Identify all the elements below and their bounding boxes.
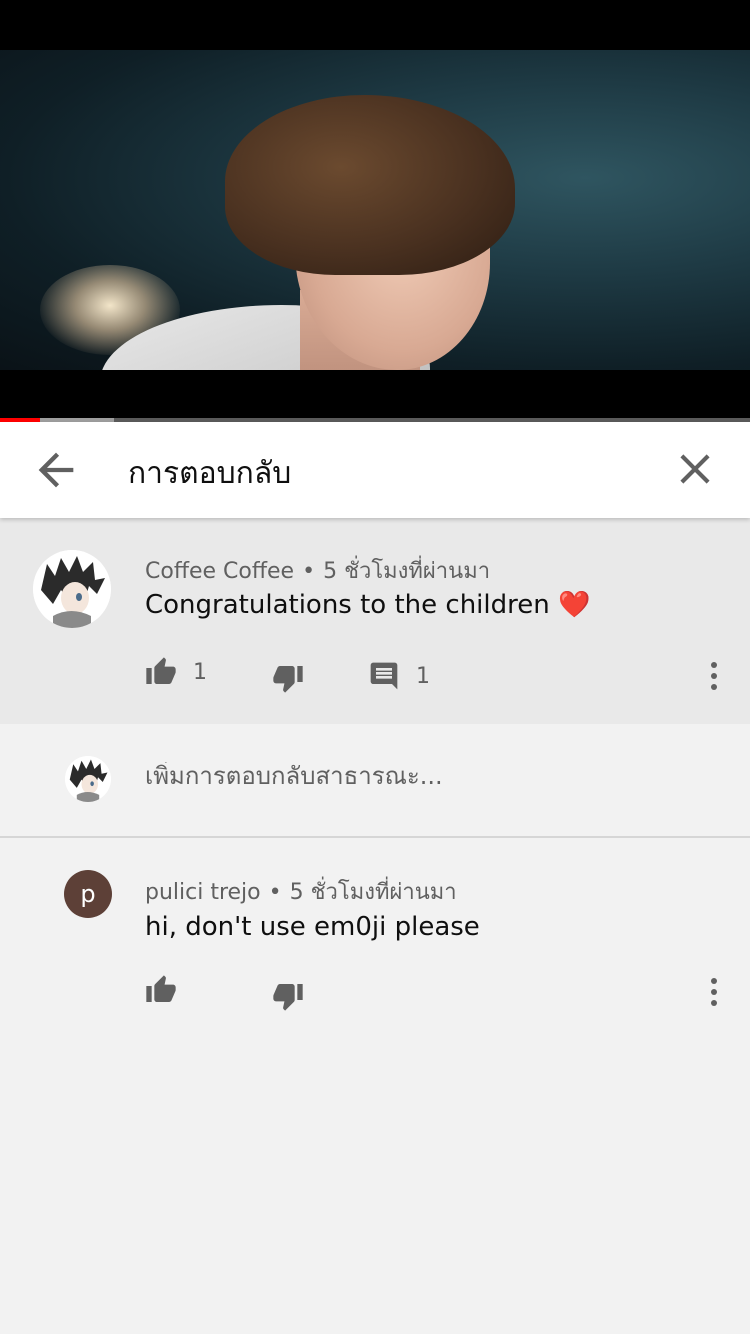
main-comment: Coffee Coffee • 5 ชั่วโมงที่ผ่านมา Congrat… xyxy=(0,518,750,724)
anime-avatar-icon xyxy=(65,756,111,802)
reply-comment: p pulici trejo • 5 ชั่วโมงที่ผ่านมา hi, do… xyxy=(0,838,750,1038)
comment-meta: Coffee Coffee • 5 ชั่วโมงที่ผ่านมา xyxy=(145,553,490,588)
avatar[interactable]: p xyxy=(64,870,112,918)
comment-text: hi, don't use em0ji please xyxy=(145,912,480,942)
reply-input[interactable] xyxy=(145,762,705,790)
thumb-up-icon xyxy=(146,657,176,684)
comment-text: Congratulations to the children ❤️ xyxy=(145,590,591,620)
comment-author[interactable]: pulici trejo xyxy=(145,880,261,905)
thumb-up-icon xyxy=(146,975,176,1002)
comment-icon xyxy=(370,662,398,690)
anime-avatar-icon xyxy=(33,550,111,628)
like-count: 1 xyxy=(193,659,207,685)
video-frame[interactable] xyxy=(0,50,750,370)
replies-header: การตอบกลับ xyxy=(0,422,750,518)
thumb-down-icon xyxy=(273,666,303,693)
close-icon xyxy=(680,454,710,484)
video-player[interactable] xyxy=(0,0,750,418)
meta-separator: • xyxy=(302,559,316,584)
dislike-button[interactable] xyxy=(272,662,304,694)
arrow-back-icon xyxy=(38,452,74,488)
back-button[interactable] xyxy=(30,444,82,496)
meta-separator: • xyxy=(268,880,282,905)
comment-time: 5 ชั่วโมงที่ผ่านมา xyxy=(323,559,491,584)
video-person-hair xyxy=(225,95,515,275)
dislike-button[interactable] xyxy=(272,980,304,1012)
comment-author[interactable]: Coffee Coffee xyxy=(145,559,294,584)
more-vert-icon xyxy=(711,662,717,690)
like-button[interactable]: 1 xyxy=(145,656,207,688)
my-avatar xyxy=(65,756,111,802)
close-button[interactable] xyxy=(670,444,720,494)
comment-time: 5 ชั่วโมงที่ผ่านมา xyxy=(289,880,457,905)
reply-count: 1 xyxy=(416,663,430,689)
reply-button[interactable]: 1 xyxy=(368,660,430,692)
more-vert-icon xyxy=(711,978,717,1006)
reply-composer xyxy=(0,724,750,838)
comment-more-button[interactable] xyxy=(704,656,724,696)
thumb-down-icon xyxy=(273,984,303,1011)
like-button[interactable] xyxy=(145,974,177,1006)
page-title: การตอบกลับ xyxy=(128,456,292,491)
avatar[interactable] xyxy=(33,550,111,628)
comment-more-button[interactable] xyxy=(704,972,724,1012)
comment-meta: pulici trejo • 5 ชั่วโมงที่ผ่านมา xyxy=(145,874,457,909)
